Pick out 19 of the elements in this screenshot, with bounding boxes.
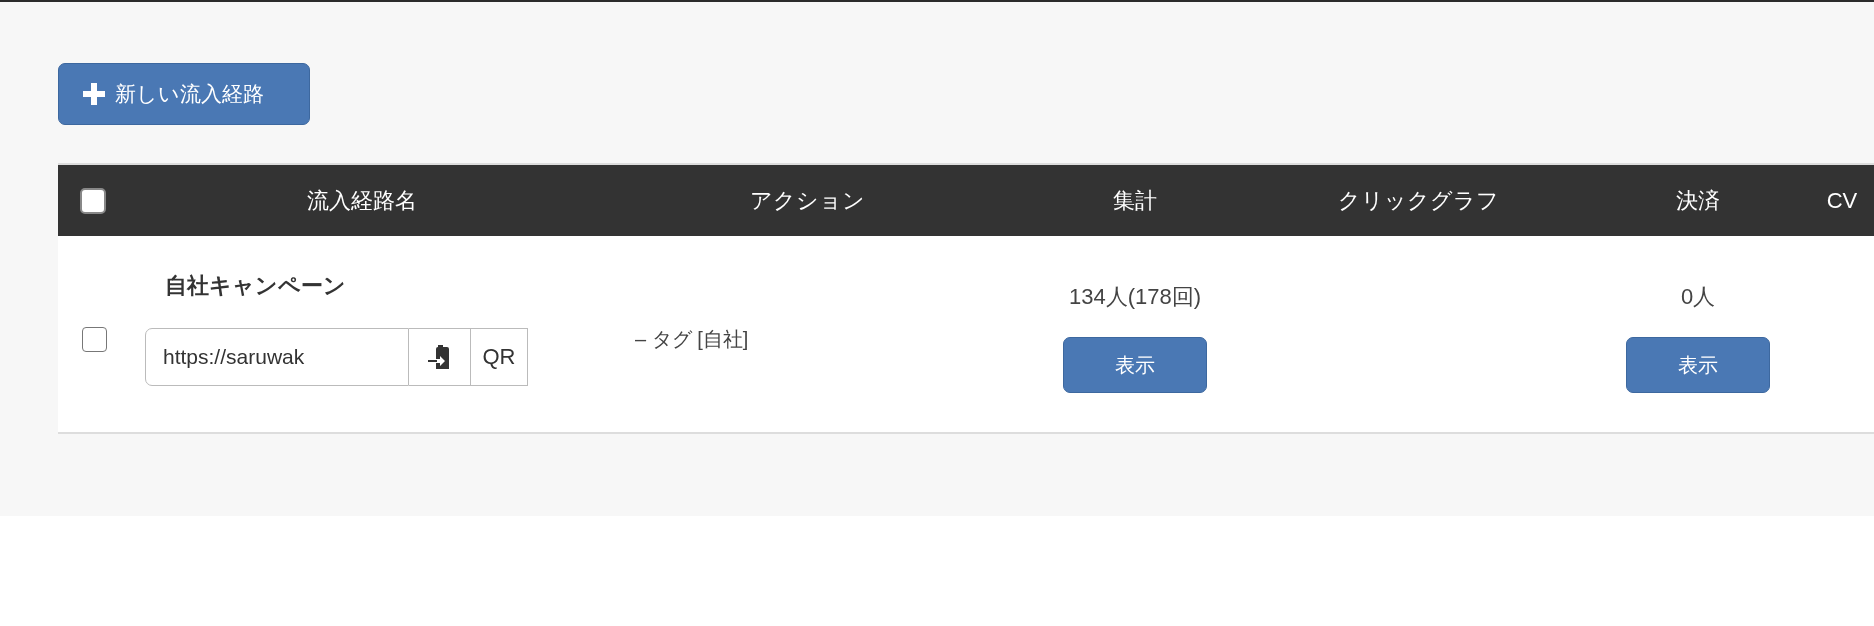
column-header: 決済 [1676,187,1720,215]
column-header: CV [1826,187,1858,215]
qr-button[interactable]: QR [471,327,528,386]
plus-icon [83,83,105,105]
new-route-button[interactable]: 新しい流入経路 [58,63,310,125]
column-header: アクション [749,187,865,215]
total-count: 134人(178回) [1068,282,1202,311]
column-header: 流入経路名 [307,187,417,215]
column-header: 集計 [1113,187,1157,215]
payment-count: 0人 [1680,282,1716,311]
action-text: – タグ [自社] [635,328,749,350]
row-checkbox[interactable] [81,326,107,352]
column-header: クリックグラフ [1337,187,1499,215]
show-button[interactable]: 表示 [1063,336,1207,393]
copy-button[interactable] [409,327,471,386]
route-name: 自社キャンペーン [165,271,346,300]
select-all-checkbox[interactable] [80,187,106,214]
url-field[interactable]: https://saruwak [145,327,409,386]
show-button[interactable]: 表示 [1626,336,1770,393]
